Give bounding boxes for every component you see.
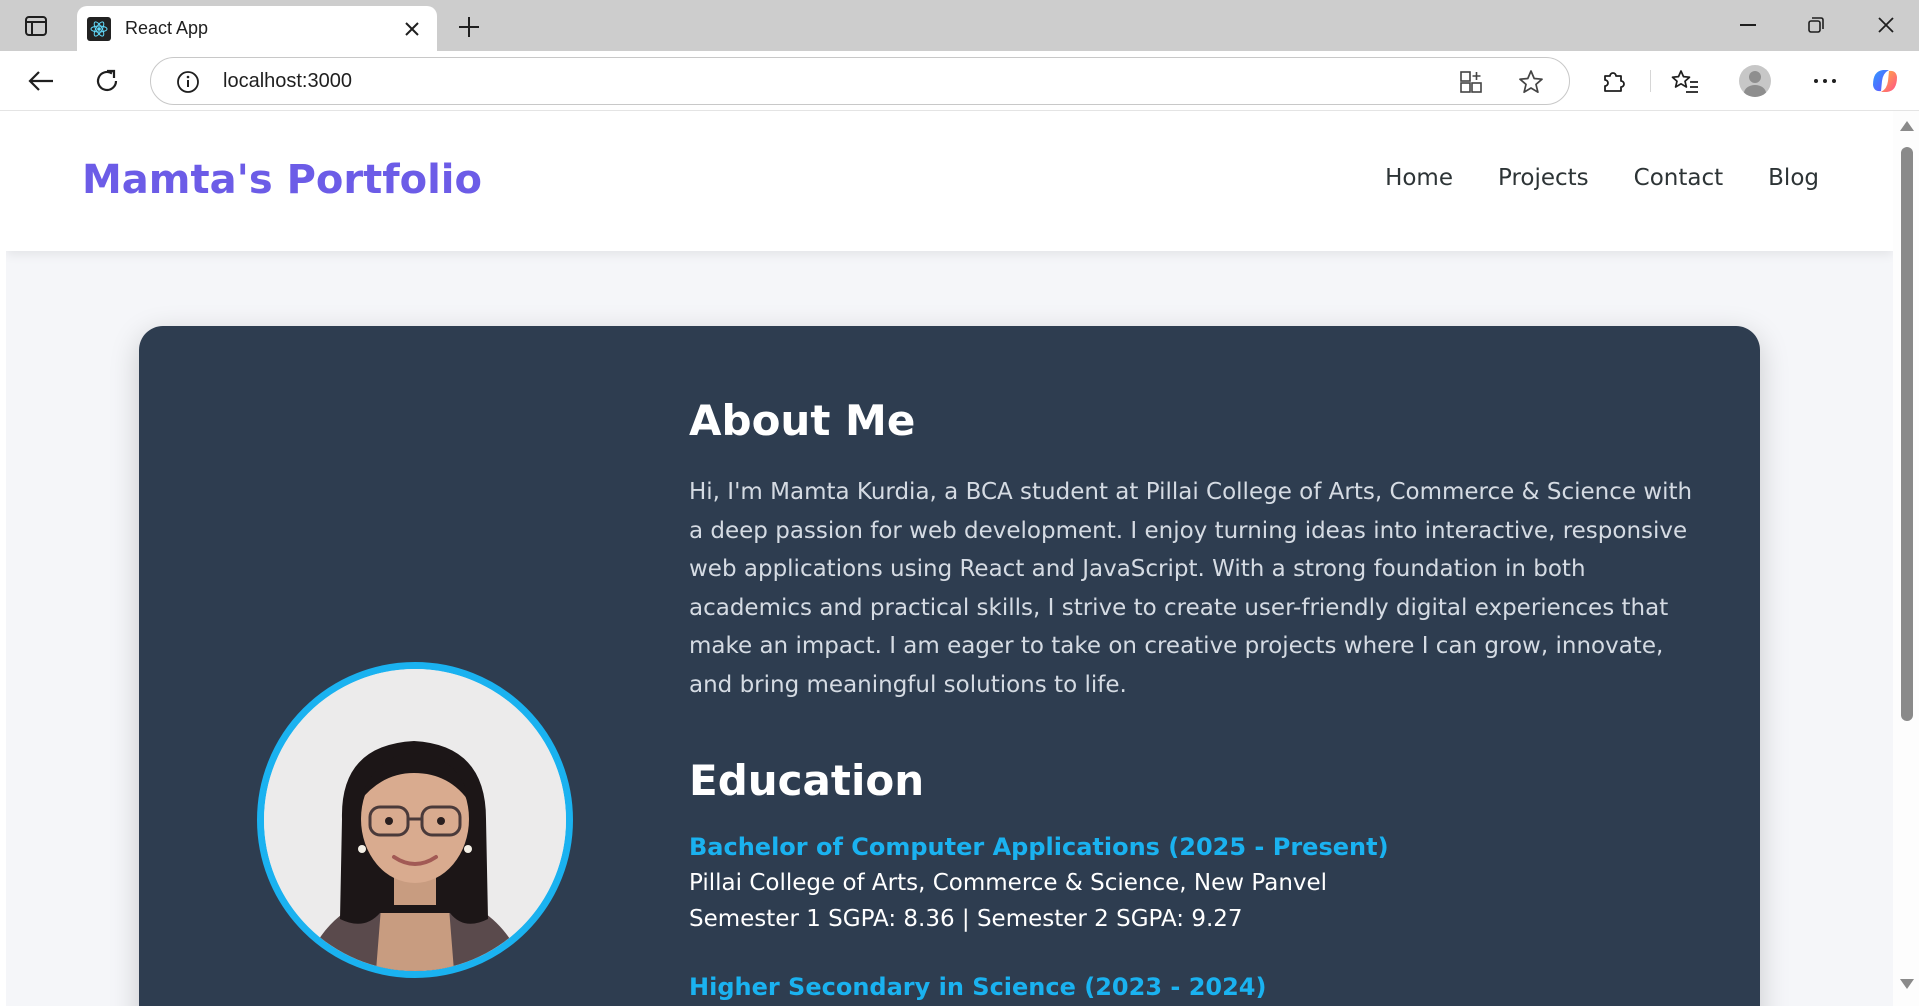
education-item: Higher Secondary in Science (2023 - 2024… xyxy=(689,973,1699,1001)
page-scrollbar[interactable] xyxy=(1893,111,1919,1006)
close-tab-icon[interactable] xyxy=(399,16,425,42)
browser-tab[interactable]: React App xyxy=(77,6,437,51)
new-tab-plus-icon[interactable] xyxy=(452,10,486,44)
profile-avatar[interactable] xyxy=(1736,62,1774,100)
toolbar-separator xyxy=(1650,70,1651,92)
education-heading: Education xyxy=(689,756,925,805)
nav-link-blog[interactable]: Blog xyxy=(1768,165,1819,191)
reload-icon[interactable] xyxy=(88,62,126,100)
about-paragraph: Hi, I'm Mamta Kurdia, a BCA student at P… xyxy=(689,479,1693,698)
education-institution: Pillai College of Arts, Commerce & Scien… xyxy=(689,870,1328,896)
profile-photo-illustration xyxy=(264,669,566,971)
browser-tab-bar: React App xyxy=(0,0,1919,51)
minimize-icon[interactable] xyxy=(1726,8,1770,42)
favorite-star-icon[interactable] xyxy=(1517,68,1545,96)
address-bar[interactable]: localhost:3000 xyxy=(150,57,1570,105)
favorites-list-icon[interactable] xyxy=(1666,62,1704,100)
scroll-down-arrow-icon[interactable] xyxy=(1900,979,1914,989)
about-content: About Me Hi, I'm Mamta Kurdia, a BCA stu… xyxy=(689,396,1699,1001)
tab-actions-icon[interactable] xyxy=(18,12,54,40)
about-section: About Me Hi, I'm Mamta Kurdia, a BCA stu… xyxy=(139,326,1760,1006)
scroll-up-arrow-icon[interactable] xyxy=(1900,121,1914,131)
close-window-icon[interactable] xyxy=(1864,8,1908,42)
profile-photo xyxy=(257,662,573,978)
nav-link-contact[interactable]: Contact xyxy=(1634,165,1723,191)
education-scores: Semester 1 SGPA: 8.36 | Semester 2 SGPA:… xyxy=(689,906,1243,932)
main-nav: Home Projects Contact Blog xyxy=(1385,165,1819,191)
site-logo[interactable]: Mamta's Portfolio xyxy=(82,157,482,203)
url-text: localhost:3000 xyxy=(223,70,352,92)
site-info-icon[interactable] xyxy=(175,69,201,95)
page-viewport: Mamta's Portfolio Home Projects Contact … xyxy=(6,111,1893,1006)
scrollbar-thumb[interactable] xyxy=(1901,147,1913,721)
education-title: Higher Secondary in Science (2023 - 2024… xyxy=(689,973,1267,1001)
more-options-icon[interactable] xyxy=(1806,62,1844,100)
avatar-icon xyxy=(1739,65,1771,97)
nav-link-home[interactable]: Home xyxy=(1385,165,1453,191)
browser-toolbar: localhost:3000 xyxy=(0,51,1919,111)
site-header: Mamta's Portfolio Home Projects Contact … xyxy=(6,111,1893,251)
react-favicon-icon xyxy=(87,16,111,41)
back-arrow-icon[interactable] xyxy=(22,62,60,100)
restore-icon[interactable] xyxy=(1794,8,1838,42)
copilot-icon[interactable] xyxy=(1866,62,1904,100)
app-available-icon[interactable] xyxy=(1457,68,1485,96)
education-item: Bachelor of Computer Applications (2025 … xyxy=(689,833,1699,933)
nav-link-projects[interactable]: Projects xyxy=(1498,165,1589,191)
education-title: Bachelor of Computer Applications (2025 … xyxy=(689,833,1389,861)
tab-title: React App xyxy=(125,18,209,38)
about-heading: About Me xyxy=(689,396,916,445)
extensions-puzzle-icon[interactable] xyxy=(1594,62,1632,100)
